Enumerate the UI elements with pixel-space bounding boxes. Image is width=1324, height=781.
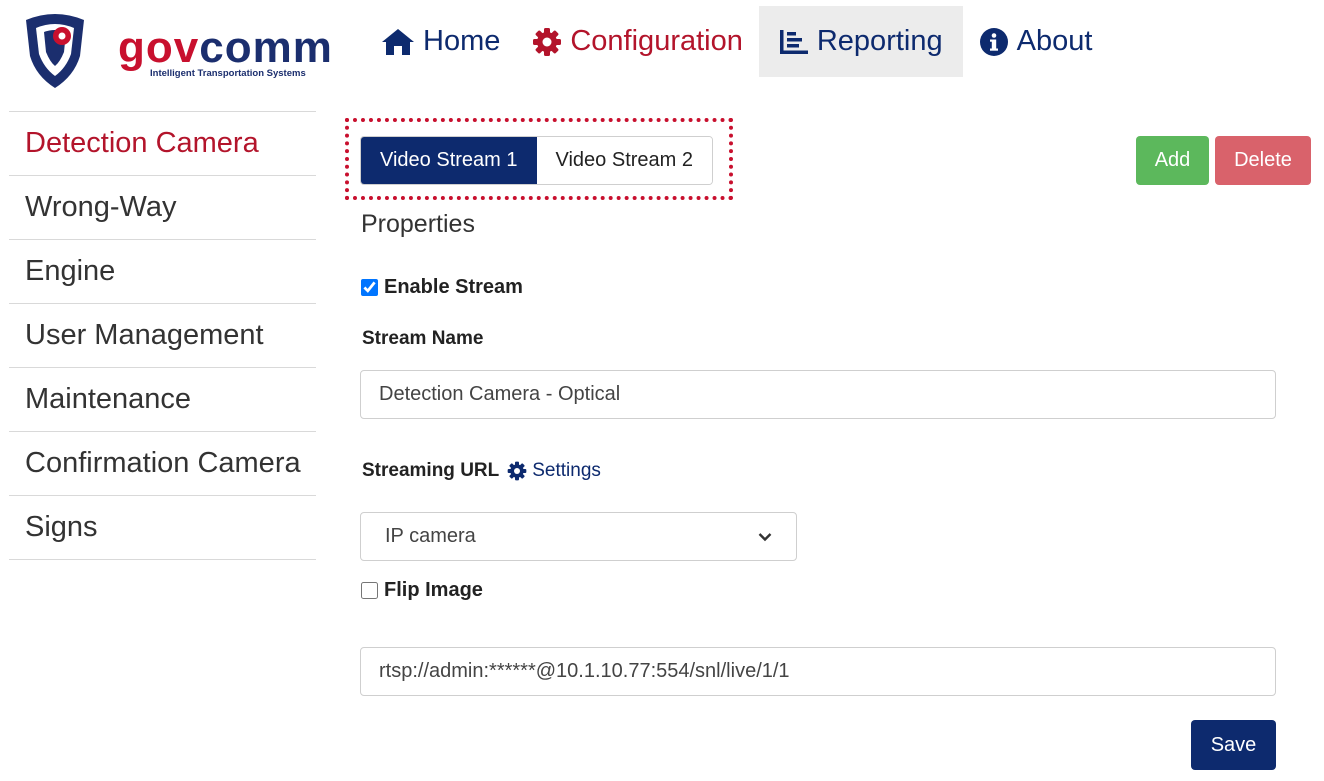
tab-video-stream-2[interactable]: Video Stream 2 [536,137,712,184]
nav-configuration[interactable]: Configuration [516,6,759,77]
sidebar-item-wrong-way[interactable]: Wrong-Way [9,175,316,239]
settings-link[interactable]: Settings [507,460,601,482]
sidebar: Detection Camera Wrong-Way Engine User M… [9,111,316,560]
home-icon [381,28,415,56]
nav-configuration-label: Configuration [570,25,743,57]
stream-tabs: Video Stream 1 Video Stream 2 [360,136,713,185]
enable-stream-checkbox[interactable] [361,279,378,296]
gear-icon [507,461,527,481]
sidebar-item-maintenance[interactable]: Maintenance [9,367,316,431]
streaming-url-row: Streaming URL Settings [362,460,601,482]
brand-wordmark: govcomm [118,23,333,72]
flip-image-checkbox[interactable] [361,582,378,599]
chevron-down-icon [758,532,772,541]
top-nav: Home Configuration Reporting About [365,6,1108,77]
section-title: Properties [361,210,475,238]
stream-name-input[interactable] [360,370,1276,419]
nav-about-label: About [1016,25,1093,57]
stream-name-label: Stream Name [362,328,484,349]
streaming-url-label: Streaming URL [362,460,500,481]
sidebar-item-detection-camera[interactable]: Detection Camera [9,111,316,175]
flip-image-row: Flip Image [361,579,483,602]
gear-icon [532,27,562,57]
enable-stream-label: Enable Stream [384,276,523,298]
shield-logo-icon [26,14,84,88]
brand-logo[interactable]: govcomm Intelligent Transportation Syste… [22,12,332,90]
sidebar-item-user-management[interactable]: User Management [9,303,316,367]
delete-button[interactable]: Delete [1215,136,1311,185]
nav-reporting[interactable]: Reporting [758,6,963,77]
chart-icon [779,29,809,55]
nav-about[interactable]: About [963,6,1109,77]
add-button[interactable]: Add [1136,136,1209,185]
tab-video-stream-1[interactable]: Video Stream 1 [361,137,537,184]
source-type-select[interactable]: IP camera [360,512,797,561]
sidebar-item-engine[interactable]: Engine [9,239,316,303]
source-type-value: IP camera [385,525,476,547]
nav-home-label: Home [423,25,501,57]
enable-stream-row: Enable Stream [361,276,523,299]
sidebar-item-confirmation-camera[interactable]: Confirmation Camera [9,431,316,495]
rtsp-url-input[interactable] [360,647,1276,696]
sidebar-item-signs[interactable]: Signs [9,495,316,560]
flip-image-label: Flip Image [384,579,483,601]
brand-tagline: Intelligent Transportation Systems [150,68,306,79]
nav-home[interactable]: Home [365,6,516,77]
settings-link-label: Settings [532,460,601,481]
save-button[interactable]: Save [1191,720,1276,770]
nav-reporting-label: Reporting [816,25,943,57]
info-icon [979,27,1009,57]
